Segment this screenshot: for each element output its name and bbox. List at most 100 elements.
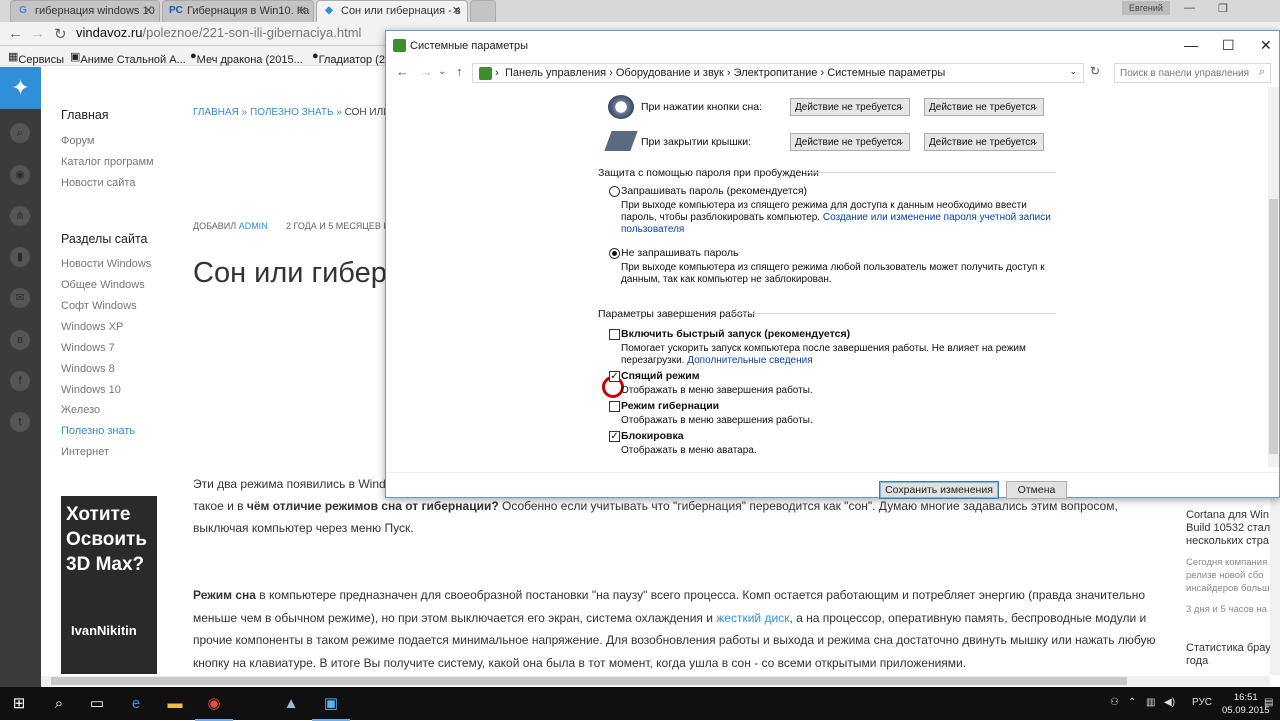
section-link[interactable]: Windows 10 <box>61 384 121 396</box>
notifications-icon[interactable]: ▤ <box>1264 697 1273 708</box>
news-title[interactable]: Cortana для Win Build 10532 стал несколь… <box>1186 509 1280 548</box>
scroll-thumb[interactable] <box>51 677 1127 685</box>
path-segment[interactable]: Панель управления <box>505 67 606 79</box>
hibernate-checkbox[interactable] <box>609 401 620 412</box>
start-windows-icon[interactable]: ⊞ <box>8 693 30 715</box>
news-title[interactable]: Статистика брау года <box>1186 642 1280 668</box>
cancel-button[interactable]: Отмена <box>1006 481 1067 499</box>
bookmark-item[interactable]: ▣ Аниме Стальной А... <box>70 50 186 66</box>
close-icon[interactable]: ✕ <box>144 4 153 17</box>
section-link-current[interactable]: Полезно знать <box>61 425 135 437</box>
network-icon[interactable]: ▥ <box>1146 697 1155 708</box>
site-logo-icon[interactable]: ✦ <box>0 67 41 109</box>
facebook-icon[interactable]: f <box>10 371 30 391</box>
window-titlebar[interactable]: Системные параметры — ☐ ✕ <box>386 31 1279 61</box>
bookmark-icon[interactable]: ▮ <box>10 247 30 267</box>
section-link[interactable]: Новости Windows <box>61 258 151 270</box>
nav-item[interactable]: Каталог программ <box>61 156 154 168</box>
ad-banner[interactable]: Хотите Освоить 3D Max? IvanNikitin <box>61 496 157 674</box>
section-link[interactable]: Интернет <box>61 446 109 458</box>
nav-item[interactable]: Новости сайта <box>61 177 135 189</box>
page-hscrollbar[interactable] <box>41 676 1270 686</box>
more-info-link[interactable]: Дополнительные сведения <box>687 355 812 366</box>
path-segment[interactable]: Электропитание <box>734 67 818 79</box>
search-input[interactable]: Поиск в панели управления ⌕ <box>1114 63 1271 83</box>
control-panel-icon[interactable]: ▣ <box>312 693 350 721</box>
section-link[interactable]: Windows XP <box>61 321 123 333</box>
vk-icon[interactable]: в <box>10 330 30 350</box>
back-icon[interactable]: ← <box>8 25 23 42</box>
rss-icon[interactable]: ◉ <box>10 165 30 185</box>
maximize-icon[interactable]: ☐ <box>1222 37 1235 54</box>
close-icon[interactable]: ✕ <box>1260 37 1272 54</box>
save-button[interactable]: Сохранить изменения <box>879 481 999 499</box>
file-explorer-icon[interactable]: ▬ <box>164 693 186 715</box>
nav-home[interactable]: Главная <box>61 108 109 122</box>
chevron-down-icon[interactable]: ⌄ <box>1069 66 1077 77</box>
require-password-radio[interactable] <box>609 186 620 197</box>
minimize-icon[interactable]: — <box>1184 2 1195 14</box>
lid-close-battery-dropdown[interactable]: Действие не требуется ⌄ <box>790 133 910 151</box>
dialog-scrollbar[interactable] <box>1268 87 1279 467</box>
lid-close-plugged-dropdown[interactable]: Действие не требуется ⌄ <box>924 133 1044 151</box>
search-icon[interactable]: ⌕ <box>10 123 30 143</box>
browser-tab[interactable]: PC Гибернация в Win10. Ка ✕ <box>162 0 314 22</box>
chevron-down-icon[interactable]: ⌄ <box>438 66 446 77</box>
path-segment[interactable]: Системные параметры <box>827 67 945 79</box>
browser-tab[interactable]: G гибернация windows 10 ✕ <box>10 0 160 22</box>
forward-icon[interactable]: → <box>420 64 433 79</box>
sleep-label[interactable]: Спящий режим <box>621 370 700 382</box>
reload-icon[interactable]: ↻ <box>54 25 67 43</box>
section-link[interactable]: Железо <box>61 404 100 416</box>
language-indicator[interactable]: РУС <box>1192 697 1212 708</box>
back-icon[interactable]: ← <box>396 64 409 79</box>
url-field[interactable]: vindavoz.ru/poleznoe/221-son-ili-giberna… <box>76 25 361 40</box>
bookmark-item[interactable]: ● Гладиатор (2 <box>312 50 385 66</box>
require-password-label[interactable]: Запрашивать пароль (рекомендуется) <box>621 185 807 197</box>
fast-startup-checkbox[interactable] <box>609 329 620 340</box>
nav-item[interactable]: Форум <box>61 135 94 147</box>
task-view-icon[interactable]: ▭ <box>86 693 108 715</box>
breadcrumb-home[interactable]: ГЛАВНАЯ <box>193 107 239 118</box>
fast-startup-label[interactable]: Включить быстрый запуск (рекомендуется) <box>621 328 850 340</box>
mail-icon[interactable]: ✉ <box>10 288 30 308</box>
profile-name[interactable]: Евгений <box>1122 1 1170 15</box>
section-link[interactable]: Windows 8 <box>61 363 115 375</box>
minimize-icon[interactable]: — <box>1184 37 1198 53</box>
volume-icon[interactable]: ◀) <box>1164 697 1175 708</box>
breadcrumb-section[interactable]: ПОЛЕЗНО ЗНАТЬ <box>250 107 334 118</box>
sleep-button-battery-dropdown[interactable]: Действие не требуется ⌄ <box>790 98 910 116</box>
no-password-radio[interactable] <box>609 248 620 259</box>
twitter-icon[interactable]: t <box>10 412 30 432</box>
people-icon[interactable]: ⚇ <box>1110 697 1119 708</box>
section-link[interactable]: Windows 7 <box>61 342 115 354</box>
sleep-button-plugged-dropdown[interactable]: Действие не требуется ⌄ <box>924 98 1044 116</box>
taskbar-clock[interactable]: 16:51 05.09.2015 <box>1222 691 1270 717</box>
up-icon[interactable]: ↑ <box>456 64 463 79</box>
scroll-thumb[interactable] <box>1269 199 1278 454</box>
hibernate-label[interactable]: Режим гибернации <box>621 400 719 412</box>
no-password-label[interactable]: Не запрашивать пароль <box>621 247 738 259</box>
section-link[interactable]: Софт Windows <box>61 300 137 312</box>
bookmark-apps[interactable]: ▦ Сервисы <box>8 50 64 66</box>
chrome-icon[interactable]: ◉ <box>195 693 233 721</box>
author-link[interactable]: ADMIN <box>239 221 268 231</box>
path-segment[interactable]: Оборудование и звук <box>616 67 724 79</box>
section-link[interactable]: Общее Windows <box>61 279 145 291</box>
app-icon[interactable]: ▲ <box>280 693 302 715</box>
change-password-link[interactable]: пользователя <box>621 224 684 235</box>
lock-label[interactable]: Блокировка <box>621 430 684 442</box>
new-tab-button[interactable] <box>470 0 496 22</box>
close-icon[interactable]: ✕ <box>452 4 461 17</box>
restore-icon[interactable]: ❐ <box>1218 2 1228 15</box>
bookmark-item[interactable]: ● Меч дракона (2015... <box>190 50 303 66</box>
edge-icon[interactable]: e <box>125 693 147 715</box>
search-icon[interactable]: ⌕ <box>48 693 70 715</box>
sleep-checkbox[interactable]: ✓ <box>609 371 620 382</box>
sitemap-icon[interactable]: ⋔ <box>10 206 30 226</box>
lock-checkbox[interactable]: ✓ <box>609 431 620 442</box>
browser-tab-active[interactable]: ◆ Сон или гибернация - в ✕ <box>316 0 468 22</box>
change-password-link[interactable]: Создание или изменение пароля учетной за… <box>823 212 1051 223</box>
tray-arrow-icon[interactable]: ⌃ <box>1128 697 1136 708</box>
refresh-icon[interactable]: ↻ <box>1090 64 1100 78</box>
